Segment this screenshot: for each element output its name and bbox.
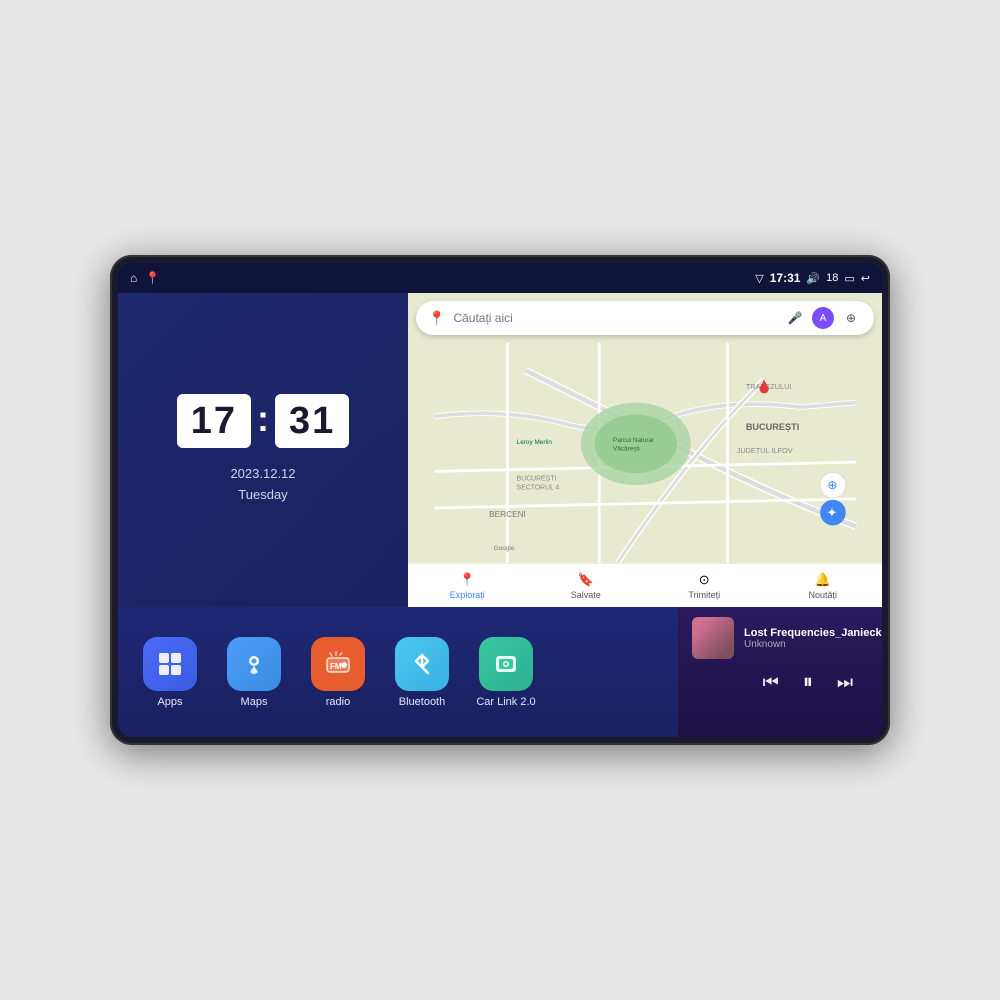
svg-text:⊕: ⊕ xyxy=(827,478,837,492)
map-search-icons: 🎤 A ⊕ xyxy=(784,307,862,329)
map-nav-saved[interactable]: 🔖 Salvate xyxy=(527,572,646,600)
status-bar: ⌂ 📍 ▽ 17:31 🔊 18 ▭ ↩ xyxy=(118,263,882,293)
music-info: Lost Frequencies_Janieck Devy-... Unknow… xyxy=(692,617,882,659)
status-left-icons: ⌂ 📍 xyxy=(130,271,160,285)
apps-icon xyxy=(143,637,197,691)
svg-text:FM: FM xyxy=(330,662,342,671)
bluetooth-icon xyxy=(395,637,449,691)
send-icon: ⊙ xyxy=(699,572,710,588)
news-label: Noutăți xyxy=(808,590,837,600)
radio-label: radio xyxy=(326,696,350,708)
map-pin-icon: 📍 xyxy=(428,310,445,327)
maps-label: Maps xyxy=(241,696,268,708)
screen: ⌂ 📍 ▽ 17:31 🔊 18 ▭ ↩ 17 : xyxy=(118,263,882,737)
music-panel: Lost Frequencies_Janieck Devy-... Unknow… xyxy=(678,607,882,737)
clock-hours: 17 xyxy=(177,394,251,448)
layers-icon[interactable]: ⊕ xyxy=(840,307,862,329)
app-item-carlink[interactable]: Car Link 2.0 xyxy=(470,637,542,708)
app-grid-panel: Apps Maps xyxy=(118,607,678,737)
prev-button[interactable]: ⏮ xyxy=(763,672,779,693)
maps-pin-icon[interactable]: 📍 xyxy=(145,271,160,285)
map-nav-news[interactable]: 🔔 Noutăți xyxy=(764,572,883,600)
battery-level: 18 xyxy=(826,272,838,284)
clock-colon: : xyxy=(257,398,269,440)
account-icon[interactable]: A xyxy=(812,307,834,329)
svg-text:Parcul Natural: Parcul Natural xyxy=(613,437,654,444)
app-item-apps[interactable]: Apps xyxy=(134,637,206,708)
map-bottom-bar: 📍 Explorați 🔖 Salvate ⊙ Trimiteți 🔔 xyxy=(408,563,882,607)
signal-icon: ▽ xyxy=(755,272,763,285)
map-panel[interactable]: 📍 Căutați aici 🎤 A ⊕ xyxy=(408,293,882,607)
back-icon[interactable]: ↩ xyxy=(861,272,870,285)
volume-icon: 🔊 xyxy=(806,272,820,285)
main-content: 17 : 31 2023.12.12 Tuesday 📍 Căutați aic… xyxy=(118,293,882,737)
music-controls: ⏮ ⏸ ⏭ xyxy=(692,671,882,694)
svg-text:BERCENI: BERCENI xyxy=(489,510,526,519)
music-title: Lost Frequencies_Janieck Devy-... xyxy=(744,627,882,639)
svg-text:SECTORUL 4: SECTORUL 4 xyxy=(517,485,560,492)
saved-icon: 🔖 xyxy=(578,572,594,588)
clock-panel: 17 : 31 2023.12.12 Tuesday xyxy=(118,293,408,607)
explore-icon: 📍 xyxy=(459,572,475,588)
music-meta: Lost Frequencies_Janieck Devy-... Unknow… xyxy=(744,627,882,650)
explore-label: Explorați xyxy=(450,590,485,600)
apps-label: Apps xyxy=(157,696,182,708)
svg-text:BUCUREȘTI: BUCUREȘTI xyxy=(517,476,557,483)
carlink-icon xyxy=(479,637,533,691)
app-item-maps[interactable]: Maps xyxy=(218,637,290,708)
news-icon: 🔔 xyxy=(815,572,831,588)
clock-date: 2023.12.12 Tuesday xyxy=(230,464,295,506)
map-view: Parcul Natural Văcărești BUCUREȘTI JUDEȚ… xyxy=(408,343,882,563)
svg-text:✦: ✦ xyxy=(827,505,838,520)
top-section: 17 : 31 2023.12.12 Tuesday 📍 Căutați aic… xyxy=(118,293,882,607)
bottom-section: Apps Maps xyxy=(118,607,882,737)
status-right-info: ▽ 17:31 🔊 18 ▭ ↩ xyxy=(755,271,870,285)
home-icon[interactable]: ⌂ xyxy=(130,271,137,285)
radio-icon: FM xyxy=(311,637,365,691)
send-label: Trimiteți xyxy=(688,590,720,600)
music-thumbnail xyxy=(692,617,734,659)
saved-label: Salvate xyxy=(571,590,601,600)
car-display-device: ⌂ 📍 ▽ 17:31 🔊 18 ▭ ↩ 17 : xyxy=(110,255,890,745)
next-button[interactable]: ⏭ xyxy=(837,672,853,693)
svg-text:JUDEȚUL ILFOV: JUDEȚUL ILFOV xyxy=(737,446,793,455)
svg-text:Văcărești: Văcărești xyxy=(613,445,640,452)
map-nav-send[interactable]: ⊙ Trimiteți xyxy=(645,572,764,600)
map-nav-explore[interactable]: 📍 Explorați xyxy=(408,572,527,600)
map-search-bar[interactable]: 📍 Căutați aici 🎤 A ⊕ xyxy=(416,301,874,335)
play-pause-button[interactable]: ⏸ xyxy=(803,671,813,694)
carlink-label: Car Link 2.0 xyxy=(476,696,535,708)
clock-display: 17 : 31 xyxy=(177,394,350,448)
voice-search-icon[interactable]: 🎤 xyxy=(784,307,806,329)
svg-text:Leroy Merlin: Leroy Merlin xyxy=(517,439,553,446)
music-thumb-img xyxy=(692,617,734,659)
app-item-bluetooth[interactable]: Bluetooth xyxy=(386,637,458,708)
music-artist: Unknown xyxy=(744,639,882,650)
status-time: 17:31 xyxy=(770,271,801,285)
maps-icon xyxy=(227,637,281,691)
bluetooth-label: Bluetooth xyxy=(399,696,445,708)
app-item-radio[interactable]: FM radio xyxy=(302,637,374,708)
svg-text:Google: Google xyxy=(494,545,515,552)
battery-icon: ▭ xyxy=(844,272,854,285)
map-search-input[interactable]: Căutați aici xyxy=(453,311,776,325)
clock-minutes: 31 xyxy=(275,394,349,448)
svg-text:BUCUREȘTI: BUCUREȘTI xyxy=(746,422,799,432)
